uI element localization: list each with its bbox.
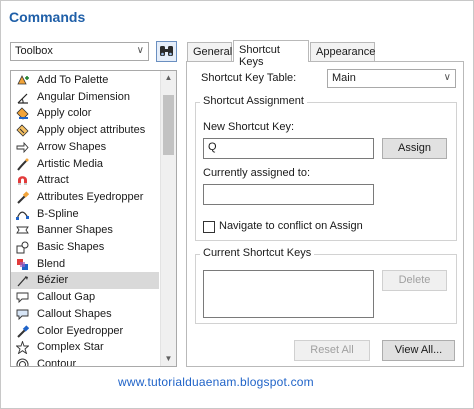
category-select[interactable]: Toolbox ∨ <box>10 42 149 61</box>
shortcut-table-select[interactable]: Main ∨ <box>327 69 456 88</box>
scroll-down-arrow-icon[interactable]: ▼ <box>161 352 176 366</box>
current-shortcut-keys-title: Current Shortcut Keys <box>200 247 315 259</box>
complex-star-icon <box>16 341 29 355</box>
list-item-label: Basic Shapes <box>37 241 105 253</box>
list-item-label: Complex Star <box>37 341 104 354</box>
list-item[interactable]: Angular Dimension <box>11 89 159 106</box>
new-shortcut-key-input[interactable]: Q <box>203 138 374 159</box>
b-spline-icon <box>16 211 29 220</box>
attract-icon <box>18 176 27 186</box>
list-item-label: Blend <box>37 257 66 270</box>
shortcut-assignment-group: Shortcut Assignment New Shortcut Key: Q … <box>195 95 457 241</box>
list-item[interactable]: Apply color <box>11 105 159 122</box>
list-item[interactable]: Attributes Eyedropper <box>11 189 159 206</box>
list-item-label: B-Spline <box>37 207 79 220</box>
list-item-label: Callout Gap <box>37 291 96 304</box>
new-shortcut-key-label: New Shortcut Key: <box>203 121 295 133</box>
list-item-label: Arrow Shapes <box>37 140 107 153</box>
tab-shortcut-keys[interactable]: Shortcut Keys <box>233 40 309 68</box>
list-item-label: Contour <box>37 357 77 367</box>
list-item[interactable]: Basic Shapes <box>11 239 159 256</box>
command-list[interactable]: Add To Palette Angular Dimension Apply col… <box>10 70 177 367</box>
callout-shapes-icon <box>16 309 29 320</box>
list-item[interactable]: Banner Shapes <box>11 222 159 239</box>
artistic-media-icon <box>17 158 29 171</box>
list-item[interactable]: Callout Shapes <box>11 306 159 323</box>
shortcut-table-label: Shortcut Key Table: <box>201 72 297 84</box>
binoculars-icon <box>160 46 173 56</box>
currently-assigned-field <box>203 184 374 205</box>
list-item-label: Attributes Eyedropper <box>37 190 144 203</box>
attributes-eyedropper-icon <box>17 191 29 204</box>
list-item[interactable]: Apply object attributes <box>11 122 159 139</box>
current-shortcut-keys-group: Current Shortcut Keys Delete <box>195 247 457 324</box>
chevron-down-icon: ∨ <box>443 72 451 83</box>
list-item-label: Apply object attributes <box>37 124 146 137</box>
add-to-palette-icon <box>17 75 29 85</box>
list-item[interactable]: Complex Star <box>11 339 159 356</box>
delete-button[interactable]: Delete <box>382 270 447 291</box>
navigate-conflict-label: Navigate to conflict on Assign <box>219 220 363 232</box>
find-command-button[interactable] <box>156 41 177 62</box>
bezier-icon <box>17 276 28 287</box>
callout-gap-icon <box>16 292 29 304</box>
list-item-label: Artistic Media <box>37 157 104 170</box>
list-item-label: Angular Dimension <box>37 90 130 103</box>
arrow-shapes-icon <box>16 141 29 153</box>
list-item[interactable]: Artistic Media <box>11 156 159 173</box>
list-item-label: Attract <box>37 174 69 187</box>
window-title: Commands <box>9 9 86 25</box>
command-list-scrollbar[interactable]: ▲ ▼ <box>160 71 176 366</box>
color-eyedropper-icon <box>17 324 29 338</box>
shortcut-table-value: Main <box>332 72 356 84</box>
list-item[interactable]: Color Eyedropper <box>11 323 159 340</box>
list-item[interactable]: B-Spline <box>11 206 159 223</box>
list-item[interactable]: Callout Gap <box>11 289 159 306</box>
list-item-label: Apply color <box>37 107 92 120</box>
shortcut-keys-panel: Shortcut Key Table: Main ∨ Shortcut Assi… <box>186 61 464 367</box>
shortcut-assignment-title: Shortcut Assignment <box>200 95 307 107</box>
tab-appearance[interactable]: Appearance <box>310 42 375 61</box>
current-shortcut-keys-list[interactable] <box>203 270 374 318</box>
assign-button[interactable]: Assign <box>382 138 447 159</box>
apply-attributes-icon <box>16 124 29 137</box>
blend-icon <box>17 258 28 270</box>
banner-shapes-icon <box>16 226 29 234</box>
chevron-down-icon: ∨ <box>136 45 144 56</box>
list-item[interactable]: Bézier <box>11 272 159 290</box>
watermark-url: www.tutorialduaenam.blogspot.com <box>118 375 314 389</box>
scroll-up-arrow-icon[interactable]: ▲ <box>161 71 176 85</box>
currently-assigned-label: Currently assigned to: <box>203 167 310 179</box>
scroll-thumb[interactable] <box>163 95 174 155</box>
contour-icon <box>16 358 29 366</box>
basic-shapes-icon <box>16 241 29 254</box>
list-item[interactable]: Attract <box>11 172 159 189</box>
list-item-label: Callout Shapes <box>37 307 112 320</box>
reset-all-button[interactable]: Reset All <box>294 340 370 361</box>
angular-dimension-icon <box>17 93 28 104</box>
list-item-label: Banner Shapes <box>37 224 113 237</box>
apply-color-icon <box>16 107 29 120</box>
list-item[interactable]: Arrow Shapes <box>11 139 159 156</box>
list-item[interactable]: Contour <box>11 356 159 367</box>
list-item-label: Color Eyedropper <box>37 324 124 337</box>
list-item[interactable]: Add To Palette <box>11 72 159 89</box>
view-all-button[interactable]: View All... <box>382 340 455 361</box>
tab-general[interactable]: General <box>187 42 232 61</box>
list-item-label: Bézier <box>37 274 69 287</box>
list-item-label: Add To Palette <box>37 74 109 86</box>
category-select-value: Toolbox <box>15 45 53 57</box>
list-item[interactable]: Blend <box>11 256 159 273</box>
navigate-conflict-checkbox[interactable] <box>203 221 215 233</box>
